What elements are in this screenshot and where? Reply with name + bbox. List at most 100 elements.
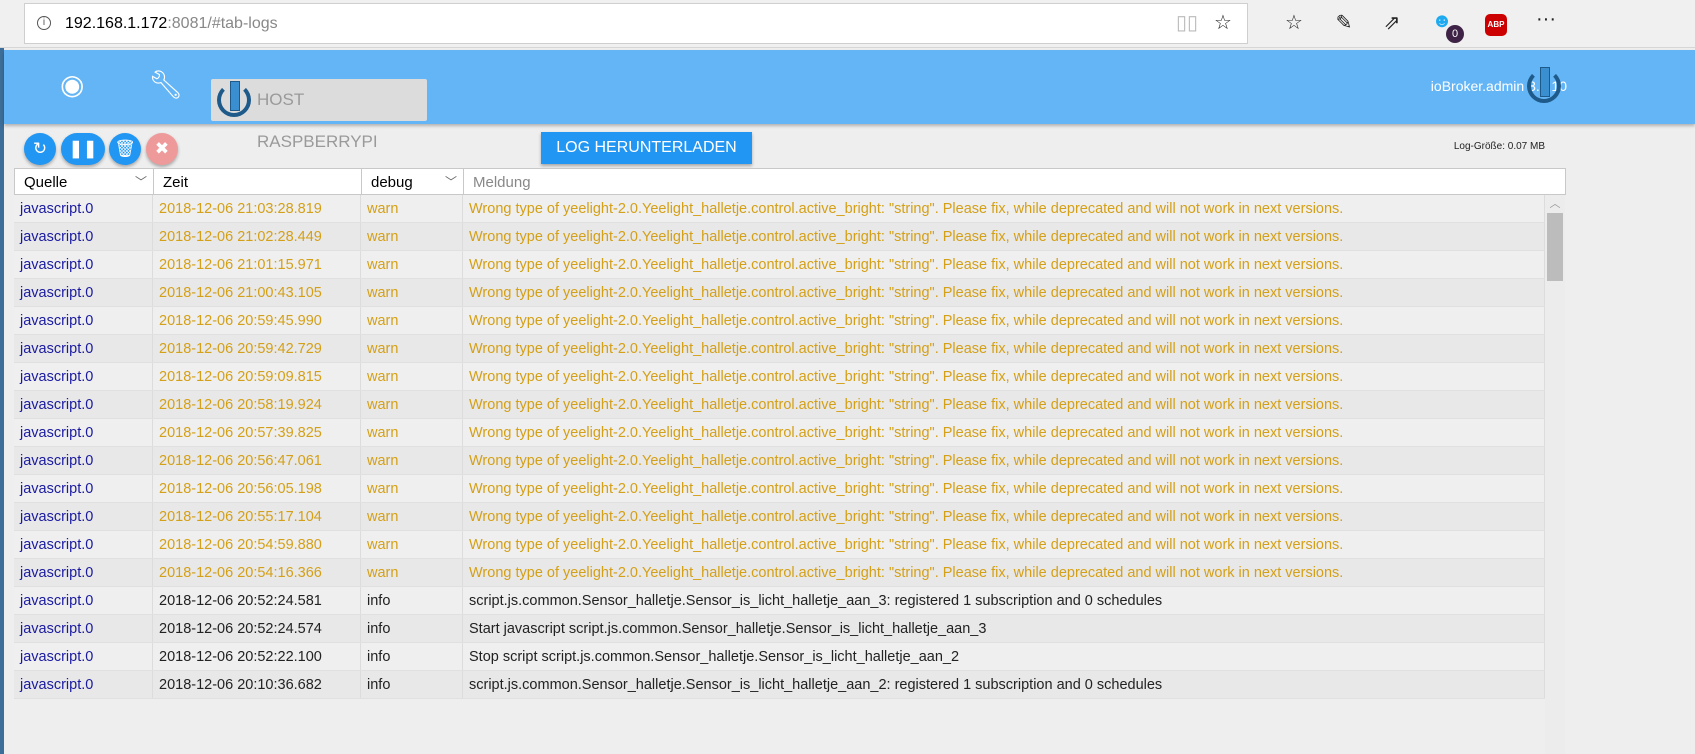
table-row[interactable]: javascript.0 2018-12-06 20:58:19.924 warn W… bbox=[14, 391, 1545, 419]
log-time: 2018-12-06 20:55:17.104 bbox=[153, 503, 361, 530]
table-row[interactable]: javascript.0 2018-12-06 21:02:28.449 warn W… bbox=[14, 223, 1545, 251]
log-source: javascript.0 bbox=[14, 671, 153, 698]
log-message: Wrong type of yeelight-2.0.Yeelight_hall… bbox=[463, 419, 1545, 446]
table-row[interactable]: javascript.0 2018-12-06 20:56:05.198 warn W… bbox=[14, 475, 1545, 503]
source-filter[interactable]: Quelle ﹀ bbox=[15, 169, 154, 194]
log-source: javascript.0 bbox=[14, 559, 153, 586]
reading-view-icon[interactable]: ▯▯ bbox=[1173, 4, 1201, 43]
log-level: warn bbox=[361, 279, 463, 306]
log-message: script.js.common.Sensor_halletje.Sensor_… bbox=[463, 671, 1545, 698]
log-message: Wrong type of yeelight-2.0.Yeelight_hall… bbox=[463, 559, 1545, 586]
host-button[interactable]: HOST RASPBERRYPI bbox=[211, 79, 427, 151]
log-time: 2018-12-06 20:52:24.581 bbox=[153, 587, 361, 614]
log-time: 2018-12-06 20:56:47.061 bbox=[153, 447, 361, 474]
table-row[interactable]: javascript.0 2018-12-06 20:52:24.581 info s… bbox=[14, 587, 1545, 615]
log-source: javascript.0 bbox=[14, 195, 153, 222]
table-row[interactable]: javascript.0 2018-12-06 20:54:16.366 warn W… bbox=[14, 559, 1545, 587]
table-row[interactable]: javascript.0 2018-12-06 21:00:43.105 warn W… bbox=[14, 279, 1545, 307]
log-level: info bbox=[361, 643, 463, 670]
log-time: 2018-12-06 20:52:22.100 bbox=[153, 643, 361, 670]
log-time: 2018-12-06 21:01:15.971 bbox=[153, 251, 361, 278]
table-row[interactable]: javascript.0 2018-12-06 20:54:59.880 warn W… bbox=[14, 531, 1545, 559]
table-row[interactable]: javascript.0 2018-12-06 20:59:09.815 warn W… bbox=[14, 363, 1545, 391]
message-filter-label: Meldung bbox=[473, 174, 531, 191]
log-level: info bbox=[361, 671, 463, 698]
table-row[interactable]: javascript.0 2018-12-06 20:52:24.574 info S… bbox=[14, 615, 1545, 643]
log-message: Wrong type of yeelight-2.0.Yeelight_hall… bbox=[463, 503, 1545, 530]
address-bar[interactable]: i 192.168.1.172:8081/#tab-logs ▯▯ ☆ bbox=[24, 3, 1248, 44]
scroll-up-icon[interactable]: ︿ bbox=[1545, 195, 1565, 213]
table-row[interactable]: javascript.0 2018-12-06 20:59:42.729 warn W… bbox=[14, 335, 1545, 363]
url-path: :8081/#tab-logs bbox=[167, 15, 278, 32]
log-message: Stop script script.js.common.Sensor_hall… bbox=[463, 643, 1545, 670]
time-filter-label: Zeit bbox=[163, 174, 189, 191]
log-time: 2018-12-06 20:54:59.880 bbox=[153, 531, 361, 558]
refresh-button[interactable]: ↻ bbox=[24, 133, 56, 165]
log-source: javascript.0 bbox=[14, 363, 153, 390]
site-info-icon[interactable]: i bbox=[37, 16, 51, 30]
level-filter[interactable]: debug ﹀ bbox=[362, 169, 464, 194]
log-message: Wrong type of yeelight-2.0.Yeelight_hall… bbox=[463, 307, 1545, 334]
log-level: warn bbox=[361, 307, 463, 334]
log-message: Wrong type of yeelight-2.0.Yeelight_hall… bbox=[463, 279, 1545, 306]
log-source: javascript.0 bbox=[14, 503, 153, 530]
log-table: javascript.0 2018-12-06 21:03:28.819 warn W… bbox=[14, 195, 1545, 754]
delete-log-button[interactable]: ✖ bbox=[146, 133, 178, 165]
table-row[interactable]: javascript.0 2018-12-06 20:52:22.100 info S… bbox=[14, 643, 1545, 671]
log-time: 2018-12-06 21:03:28.819 bbox=[153, 195, 361, 222]
trash-icon: 🗑︎ bbox=[114, 139, 136, 158]
table-row[interactable]: javascript.0 2018-12-06 20:57:39.825 warn W… bbox=[14, 419, 1545, 447]
log-time: 2018-12-06 20:58:19.924 bbox=[153, 391, 361, 418]
table-row[interactable]: javascript.0 2018-12-06 21:01:15.971 warn W… bbox=[14, 251, 1545, 279]
log-source: javascript.0 bbox=[14, 279, 153, 306]
host-button-label: HOST RASPBERRYPI bbox=[257, 90, 378, 151]
log-source: javascript.0 bbox=[14, 419, 153, 446]
log-time: 2018-12-06 20:57:39.825 bbox=[153, 419, 361, 446]
eye-icon[interactable]: ◉ bbox=[60, 68, 84, 101]
log-source: javascript.0 bbox=[14, 391, 153, 418]
log-source: javascript.0 bbox=[14, 615, 153, 642]
log-source: javascript.0 bbox=[14, 223, 153, 250]
log-time: 2018-12-06 20:54:16.366 bbox=[153, 559, 361, 586]
log-level: warn bbox=[361, 363, 463, 390]
share-icon[interactable]: ⇗ bbox=[1378, 10, 1406, 35]
left-edge bbox=[0, 48, 4, 754]
download-log-button[interactable]: LOG HERUNTERLADEN bbox=[541, 132, 752, 164]
log-time: 2018-12-06 20:52:24.574 bbox=[153, 615, 361, 642]
favorite-star-icon[interactable]: ☆ bbox=[1209, 4, 1237, 43]
log-source: javascript.0 bbox=[14, 587, 153, 614]
table-row[interactable]: javascript.0 2018-12-06 20:56:47.061 warn W… bbox=[14, 447, 1545, 475]
scrollbar-thumb[interactable] bbox=[1547, 213, 1563, 281]
log-message: Wrong type of yeelight-2.0.Yeelight_hall… bbox=[463, 531, 1545, 558]
wrench-icon[interactable]: 🔧︎ bbox=[148, 68, 184, 101]
log-level: warn bbox=[361, 503, 463, 530]
scrollbar[interactable]: ︿ bbox=[1545, 195, 1565, 754]
log-level: warn bbox=[361, 419, 463, 446]
adblock-icon[interactable]: ABP bbox=[1485, 14, 1507, 36]
trash-x-icon: ✖ bbox=[154, 139, 170, 158]
log-level: warn bbox=[361, 335, 463, 362]
log-level: warn bbox=[361, 447, 463, 474]
log-level: warn bbox=[361, 475, 463, 502]
table-row[interactable]: javascript.0 2018-12-06 20:59:45.990 warn W… bbox=[14, 307, 1545, 335]
message-filter[interactable]: Meldung bbox=[464, 169, 1565, 194]
table-row[interactable]: javascript.0 2018-12-06 21:03:28.819 warn W… bbox=[14, 195, 1545, 223]
clear-log-button[interactable]: 🗑︎ bbox=[109, 133, 141, 165]
table-header: Quelle ﹀ Zeit debug ﹀ Meldung bbox=[14, 168, 1566, 195]
log-level: warn bbox=[361, 195, 463, 222]
log-source: javascript.0 bbox=[14, 531, 153, 558]
source-filter-label: Quelle bbox=[24, 174, 68, 191]
favorites-list-icon[interactable]: ☆ bbox=[1280, 10, 1308, 35]
log-size: Log-Größe: 0.07 MB bbox=[1453, 141, 1545, 152]
more-menu-icon[interactable]: ··· bbox=[1532, 8, 1560, 31]
pause-button[interactable]: ❚❚ bbox=[61, 133, 105, 165]
time-filter[interactable]: Zeit bbox=[154, 169, 362, 194]
iobroker-logo-icon bbox=[1527, 67, 1561, 103]
table-row[interactable]: javascript.0 2018-12-06 20:10:36.682 info s… bbox=[14, 671, 1545, 699]
log-level: warn bbox=[361, 391, 463, 418]
pen-icon[interactable]: ✎ bbox=[1330, 10, 1358, 35]
log-time: 2018-12-06 20:59:09.815 bbox=[153, 363, 361, 390]
log-message: Wrong type of yeelight-2.0.Yeelight_hall… bbox=[463, 195, 1545, 222]
log-time: 2018-12-06 20:59:42.729 bbox=[153, 335, 361, 362]
table-row[interactable]: javascript.0 2018-12-06 20:55:17.104 warn W… bbox=[14, 503, 1545, 531]
